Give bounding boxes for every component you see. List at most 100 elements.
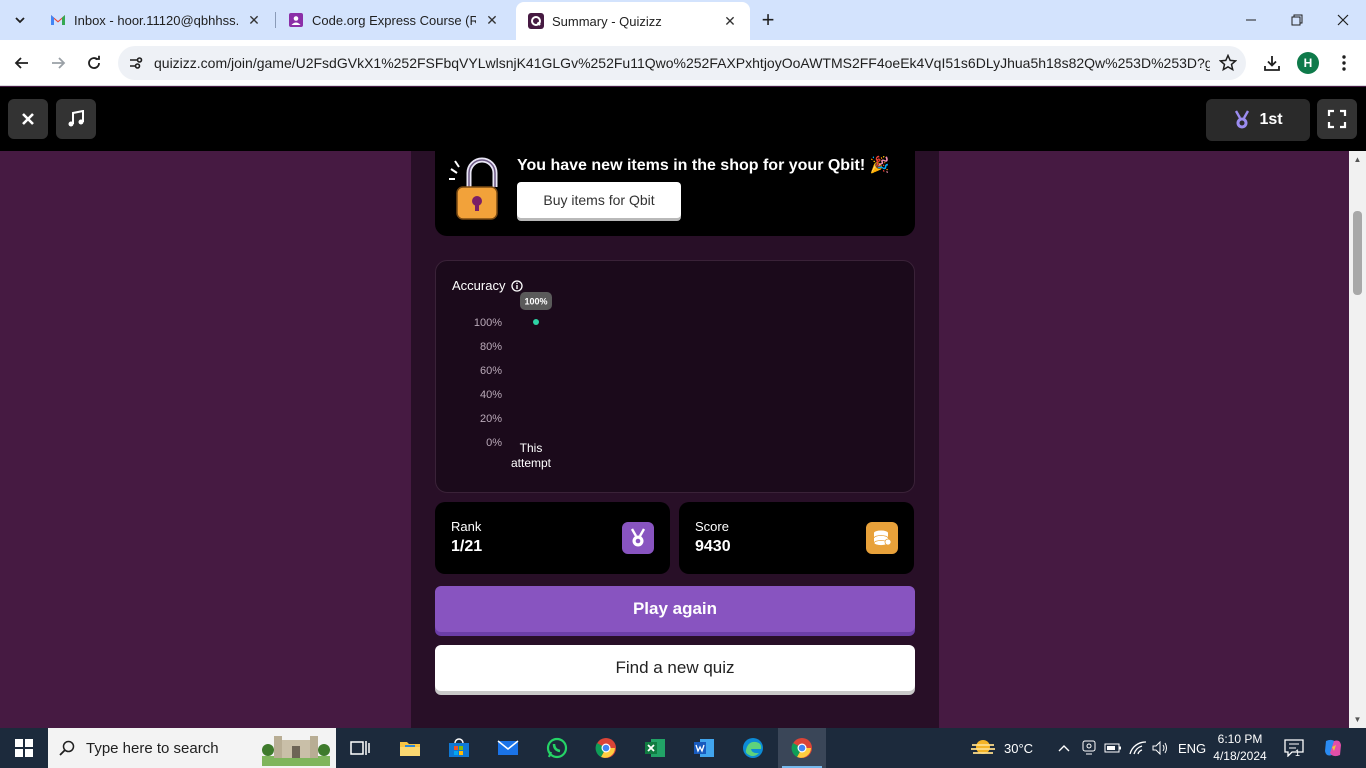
rank-card: Rank 1/21 (435, 502, 670, 574)
menu-kebab-icon[interactable] (1330, 49, 1358, 77)
scroll-down-icon[interactable]: ▼ (1353, 715, 1362, 724)
volume-icon[interactable] (1152, 728, 1168, 768)
shop-message: You have new items in the shop for your … (517, 157, 890, 174)
microsoft-store-icon[interactable] (435, 728, 483, 768)
forward-icon[interactable] (44, 49, 72, 77)
y-tick-label: 40% (480, 389, 502, 401)
search-highlight-castle-icon (262, 736, 330, 766)
y-tick-label: 0% (486, 437, 502, 449)
language-indicator[interactable]: ENG (1178, 728, 1206, 768)
x-category-label: attempt (511, 456, 552, 470)
y-tick-label: 80% (480, 341, 502, 353)
site-info-icon[interactable] (118, 55, 154, 71)
score-label: Score (695, 519, 729, 534)
summary-column: You have new items in the shop for your … (411, 151, 939, 728)
tab-title: Inbox - hoor.11120@qbhhss.edu.sa (74, 12, 238, 28)
music-toggle-button[interactable] (56, 99, 96, 139)
profile-avatar[interactable]: H (1297, 52, 1319, 74)
chrome-icon[interactable] (582, 728, 630, 768)
excel-icon[interactable] (631, 728, 679, 768)
restore-icon[interactable] (1274, 0, 1320, 40)
clock-time: 6:10 PM (1217, 732, 1263, 746)
y-tick-label: 20% (480, 413, 502, 425)
back-icon[interactable] (8, 49, 36, 77)
coins-icon (866, 522, 898, 554)
whatsapp-icon[interactable] (533, 728, 581, 768)
page-scrollbar[interactable]: ▲ ▼ (1349, 151, 1366, 728)
camera-privacy-icon[interactable] (1082, 728, 1096, 768)
accuracy-chart: 100% 80% 60% 40% 20% 0% 100% Thisattempt (474, 292, 552, 470)
medal-icon (1235, 110, 1250, 129)
show-hidden-icons-icon[interactable] (1058, 728, 1070, 768)
download-icon[interactable] (1258, 49, 1286, 77)
edge-icon[interactable] (729, 728, 777, 768)
y-tick-label: 60% (480, 365, 502, 377)
search-placeholder: Type here to search (86, 739, 219, 757)
battery-icon[interactable] (1104, 728, 1122, 768)
music-note-icon (68, 110, 84, 127)
close-tab-icon[interactable]: ✕ (722, 13, 738, 29)
tab-code-org[interactable]: Code.org Express Course (Reinvented) ✕ (276, 4, 512, 36)
weather-widget[interactable]: 30°C (970, 728, 1033, 768)
tab-gmail[interactable]: Inbox - hoor.11120@qbhhss.edu.sa ✕ (38, 4, 274, 36)
word-icon[interactable] (680, 728, 728, 768)
close-tab-icon[interactable]: ✕ (484, 12, 500, 28)
fullscreen-button[interactable] (1317, 99, 1357, 139)
data-label: 100% (524, 297, 547, 307)
copilot-icon[interactable] (1322, 728, 1344, 768)
rank-position: 1st (1259, 111, 1283, 128)
clock[interactable]: 6:10 PM 4/18/2024 (1208, 731, 1272, 765)
find-new-quiz-button[interactable]: Find a new quiz (435, 645, 915, 691)
y-tick-label: 100% (474, 317, 502, 329)
scrollbar-thumb[interactable] (1353, 211, 1362, 295)
close-quiz-button[interactable] (8, 99, 48, 139)
tab-search-icon[interactable] (8, 8, 32, 32)
browser-tab-strip: Inbox - hoor.11120@qbhhss.edu.sa ✕ Code.… (0, 0, 1366, 40)
classroom-icon (288, 12, 304, 28)
quizizz-icon (528, 13, 544, 29)
search-icon (48, 740, 86, 756)
accuracy-point[interactable] (533, 319, 539, 325)
close-icon (22, 113, 34, 125)
chrome-active-icon[interactable] (778, 728, 826, 768)
rank-label: Rank (451, 519, 482, 534)
gmail-icon (50, 12, 66, 28)
x-category-label: This (520, 441, 543, 455)
close-tab-icon[interactable]: ✕ (246, 12, 262, 28)
buy-items-button[interactable]: Buy items for Qbit (517, 182, 681, 218)
new-tab-button[interactable]: + (756, 7, 780, 32)
weather-temperature: 30°C (1004, 740, 1034, 756)
reload-icon[interactable] (80, 49, 108, 77)
scroll-up-icon[interactable]: ▲ (1353, 155, 1362, 164)
clock-date: 4/18/2024 (1213, 749, 1267, 763)
score-value: 9430 (695, 538, 731, 555)
notification-count: 1 (1295, 748, 1301, 758)
taskbar-search-box[interactable]: Type here to search (48, 728, 336, 768)
minimize-icon[interactable] (1228, 0, 1274, 40)
tab-title: Code.org Express Course (Reinvented) (312, 12, 476, 28)
mail-icon[interactable] (484, 728, 532, 768)
play-again-button[interactable]: Play again (435, 586, 915, 632)
shop-banner: You have new items in the shop for your … (435, 151, 915, 236)
browser-toolbar: quizizz.com/join/game/U2FsdGVkX1%252FSFb… (0, 40, 1366, 86)
summary-content: You have new items in the shop for your … (0, 151, 1349, 728)
accuracy-card: Accuracy 100% 80% 60% 40% 20% 0% 100% This attem… (435, 260, 915, 493)
wifi-icon[interactable] (1129, 728, 1147, 768)
address-bar[interactable]: quizizz.com/join/game/U2FsdGVkX1%252FSFb… (118, 46, 1246, 80)
file-explorer-icon[interactable] (386, 728, 434, 768)
quizizz-header: 1st (0, 87, 1366, 151)
close-window-icon[interactable] (1320, 0, 1366, 40)
fullscreen-icon (1327, 109, 1347, 129)
bookmark-star-icon[interactable] (1210, 54, 1246, 72)
tab-title: Summary - Quizizz (552, 13, 662, 29)
notification-center-icon[interactable]: 1 (1284, 728, 1304, 768)
task-view-icon[interactable] (336, 728, 384, 768)
unlocked-padlock-icon (449, 157, 498, 220)
url-text: quizizz.com/join/game/U2FsdGVkX1%252FSFb… (154, 55, 1210, 71)
tab-quizizz[interactable]: Summary - Quizizz ✕ (516, 2, 750, 40)
score-card: Score 9430 (679, 502, 914, 574)
hazy-sun-icon (971, 740, 995, 754)
rank-pill: 1st (1206, 99, 1310, 141)
windows-taskbar: Type here to search 30°C ENG 6:10 PM 4/1… (0, 728, 1366, 768)
windows-start-icon[interactable] (0, 728, 48, 768)
